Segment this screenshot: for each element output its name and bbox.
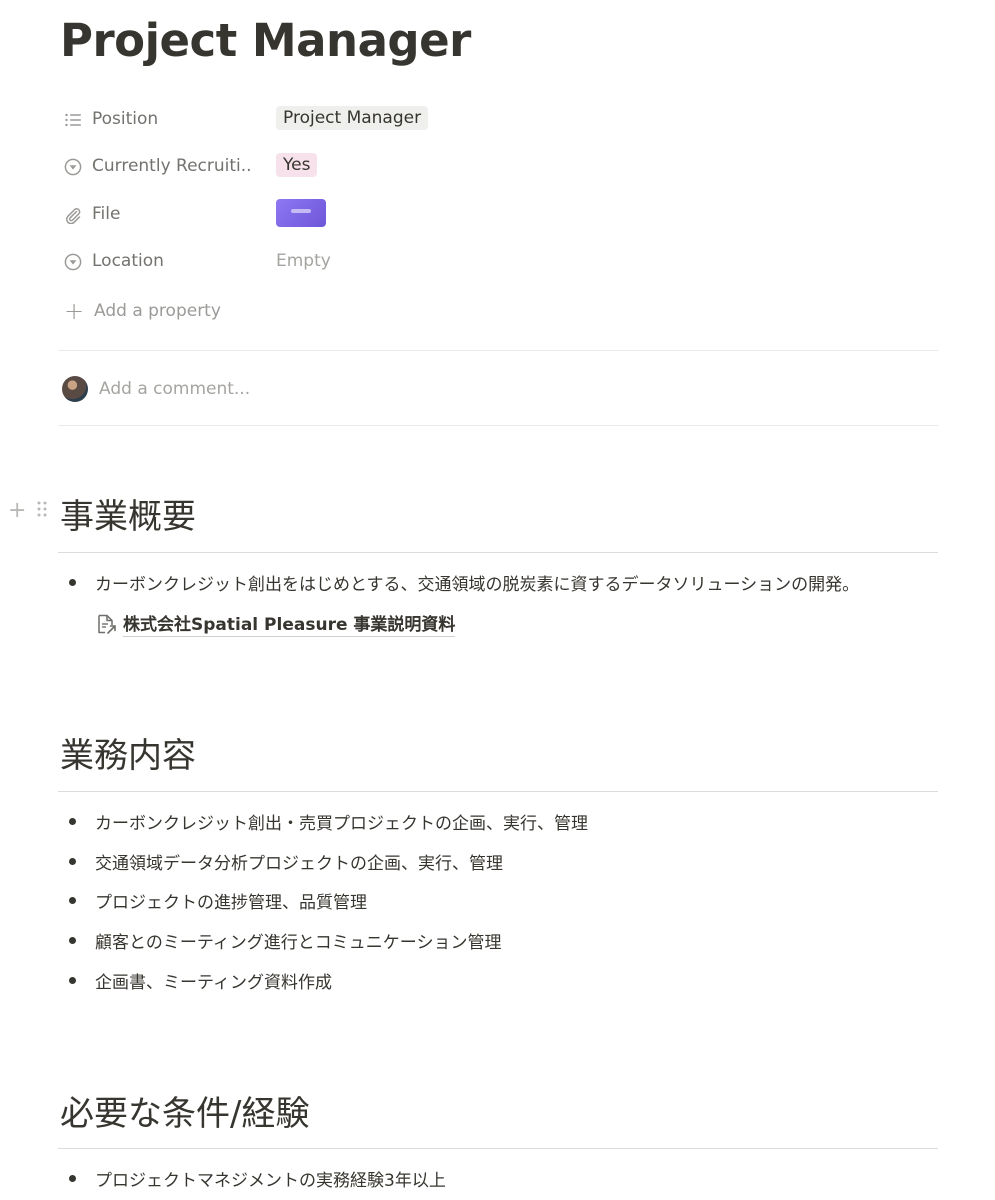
section-heading[interactable]: 事業概要 xyxy=(60,489,196,538)
bullet-dot xyxy=(69,937,76,944)
section-heading[interactable]: 業務内容 xyxy=(60,728,196,777)
heading-divider xyxy=(58,1148,938,1149)
divider xyxy=(58,425,938,426)
property-row-position[interactable]: Position Project Manager xyxy=(58,103,938,137)
select-icon xyxy=(64,253,82,271)
add-property-button[interactable]: + Add a property xyxy=(64,297,221,325)
paperclip-icon xyxy=(64,206,82,225)
add-property-label: Add a property xyxy=(94,301,221,321)
bullet-dot xyxy=(69,818,76,825)
list-item-text: プロジェクトの進捗管理、品質管理 xyxy=(95,893,367,913)
property-name: Currently Recruiti... xyxy=(92,156,252,176)
select-chip: Project Manager xyxy=(276,106,429,130)
property-name: Location xyxy=(92,251,164,271)
list-item-text: 企画書、ミーティング資料作成 xyxy=(95,973,332,993)
select-icon xyxy=(64,158,82,176)
drag-handle-icon[interactable] xyxy=(36,500,48,522)
select-chip: Yes xyxy=(276,153,318,177)
avatar xyxy=(62,376,88,402)
block-handle[interactable]: + xyxy=(8,498,48,523)
add-block-icon[interactable]: + xyxy=(8,498,26,523)
list-item-text: プロジェクトマネジメントの実務経験3年以上 xyxy=(95,1171,446,1191)
property-row-file[interactable]: File xyxy=(58,198,938,232)
heading-divider xyxy=(58,552,938,553)
bullet-dot xyxy=(69,897,76,904)
property-value[interactable]: Yes xyxy=(276,153,318,177)
bullet-dot xyxy=(69,977,76,984)
comment-input[interactable]: Add a comment... xyxy=(99,379,250,399)
bullet-dot xyxy=(69,579,76,586)
property-value[interactable]: Project Manager xyxy=(276,106,429,130)
property-row-location[interactable]: Location Empty xyxy=(58,245,938,279)
page-link-icon xyxy=(95,613,117,635)
list-icon xyxy=(64,111,82,129)
page-link[interactable]: 株式会社Spatial Pleasure 事業説明資料 xyxy=(95,610,456,637)
list-item-text: 交通領域データ分析プロジェクトの企画、実行、管理 xyxy=(95,854,503,874)
list-item-text: カーボンクレジット創出をはじめとする、交通領域の脱炭素に資するデータソリューショ… xyxy=(95,575,860,595)
list-item-text: カーボンクレジット創出・売買プロジェクトの企画、実行、管理 xyxy=(95,814,588,834)
section-heading[interactable]: 必要な条件/経験 xyxy=(60,1086,309,1135)
bullet-dot xyxy=(69,1175,76,1182)
page-title[interactable]: Project Manager xyxy=(60,14,471,67)
list-item-text: 顧客とのミーティング進行とコミュニケーション管理 xyxy=(95,933,502,953)
heading-divider xyxy=(58,791,938,792)
divider xyxy=(58,350,938,351)
page-link-title: 株式会社Spatial Pleasure 事業説明資料 xyxy=(123,615,456,637)
property-name: File xyxy=(92,204,121,224)
file-thumbnail[interactable] xyxy=(276,199,326,227)
property-row-currently-recruiting[interactable]: Currently Recruiti... Yes xyxy=(58,150,938,184)
property-name: Position xyxy=(92,109,159,129)
plus-icon: + xyxy=(64,297,85,325)
property-value-empty[interactable]: Empty xyxy=(276,251,331,271)
bullet-dot xyxy=(69,858,76,865)
